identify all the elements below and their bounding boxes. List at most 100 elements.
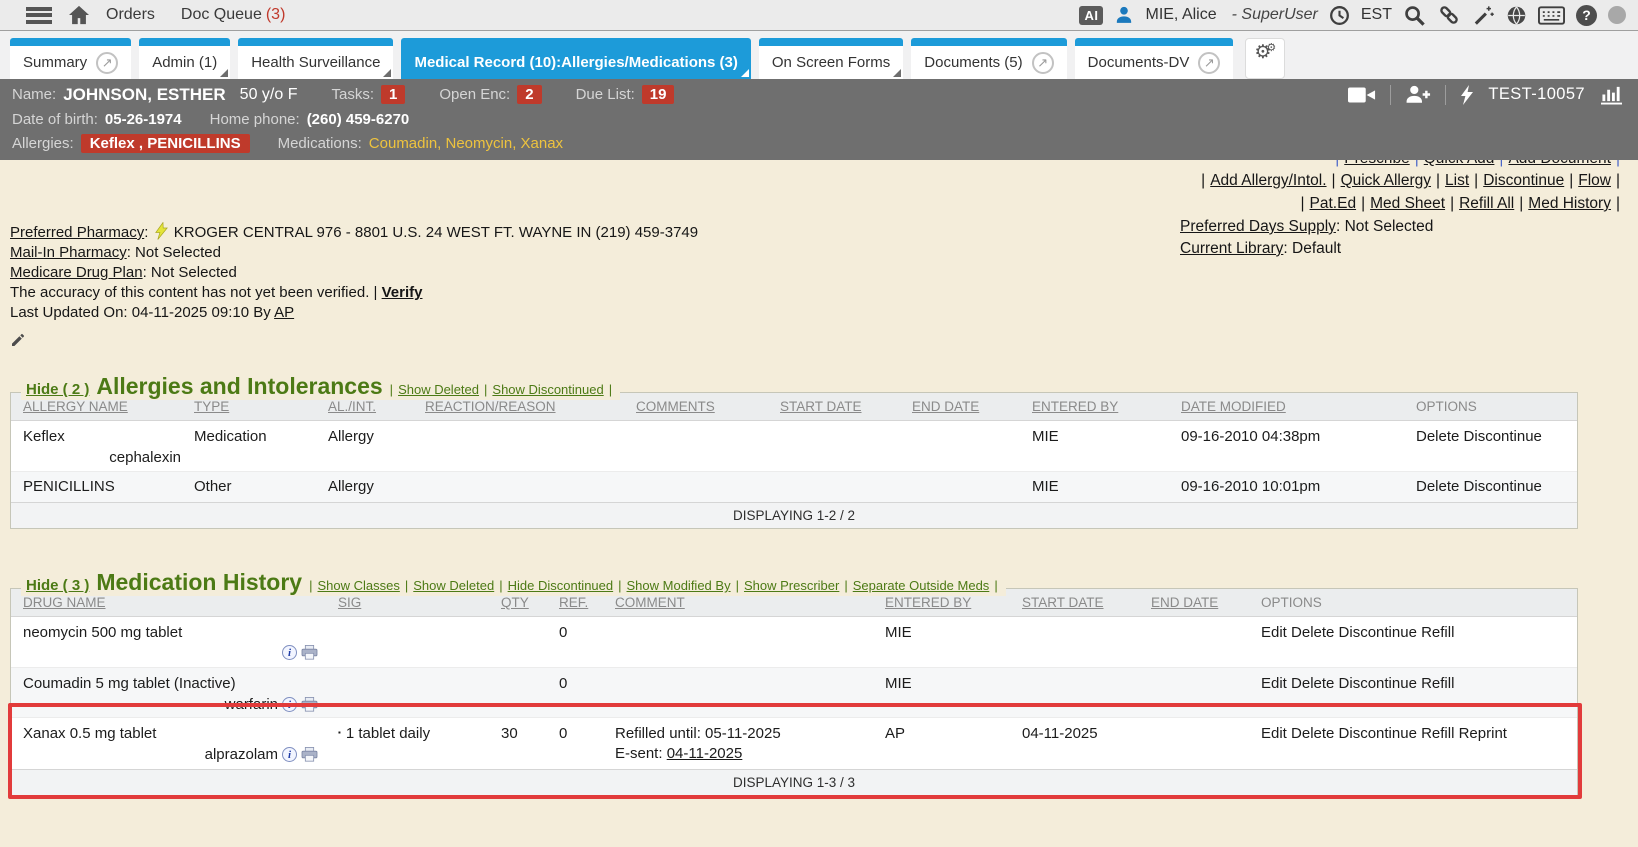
hamburger-menu-icon[interactable] <box>26 7 52 24</box>
medicare-plan-link[interactable]: Medicare Drug Plan <box>10 264 143 281</box>
col-start-date[interactable]: START DATE <box>780 399 912 414</box>
show-deleted-link[interactable]: Show Deleted <box>398 382 479 397</box>
edit-pencil-icon[interactable] <box>10 332 698 348</box>
allergies-hide-link[interactable]: Hide ( 2 ) <box>26 381 89 398</box>
action-discontinue[interactable]: Discontinue <box>1483 169 1564 192</box>
clock-icon[interactable] <box>1329 5 1350 26</box>
tab-documents-dv[interactable]: Documents-DV ↗ <box>1075 38 1234 79</box>
col-end-date[interactable]: END DATE <box>1151 595 1261 610</box>
show-modified-by-link[interactable]: Show Modified By <box>627 578 731 593</box>
allergy-options[interactable]: Delete Discontinue <box>1416 428 1577 445</box>
allergy-name[interactable]: Keflex <box>23 428 194 445</box>
lightning-icon[interactable] <box>1460 85 1474 105</box>
col-al-int[interactable]: AL./INT. <box>328 399 425 414</box>
video-camera-icon[interactable] <box>1348 86 1376 104</box>
show-deleted-link[interactable]: Show Deleted <box>413 578 494 593</box>
drug-info-icon[interactable]: i <box>282 697 297 712</box>
pharmacy-info-block: Preferred Pharmacy: KROGER CENTRAL 976 -… <box>10 222 698 348</box>
due-list-count-badge[interactable]: 19 <box>642 85 675 104</box>
home-icon[interactable] <box>68 5 90 25</box>
drug-name[interactable]: neomycin 500 mg tablet <box>23 624 338 641</box>
col-comment[interactable]: COMMENT <box>615 595 885 610</box>
drug-info-icon[interactable]: i <box>282 645 297 660</box>
action-pat-ed[interactable]: Pat.Ed <box>1310 192 1357 215</box>
tab-summary[interactable]: Summary ↗ <box>10 38 131 79</box>
action-quick-allergy[interactable]: Quick Allergy <box>1341 169 1431 192</box>
drug-name[interactable]: Coumadin 5 mg tablet (Inactive) <box>23 675 338 692</box>
col-end-date[interactable]: END DATE <box>912 399 1032 414</box>
action-add-document[interactable]: Add Document <box>1508 160 1611 169</box>
tab-settings-button[interactable]: ⚙ ⚙ <box>1245 38 1285 79</box>
med-options[interactable]: Edit Delete Discontinue Refill Reprint <box>1261 725 1577 742</box>
col-allergy-name[interactable]: ALLERGY NAME <box>23 399 194 414</box>
menu-item-doc-queue[interactable]: Doc Queue(3) <box>181 6 286 24</box>
action-refill-all[interactable]: Refill All <box>1459 192 1514 215</box>
col-entered-by[interactable]: ENTERED BY <box>1032 399 1181 414</box>
action-med-history[interactable]: Med History <box>1528 192 1611 215</box>
ai-badge[interactable]: AI <box>1079 6 1103 25</box>
help-icon[interactable]: ? <box>1576 5 1597 26</box>
med-options[interactable]: Edit Delete Discontinue Refill <box>1261 624 1577 641</box>
preferred-days-supply-link[interactable]: Preferred Days Supply <box>1180 218 1336 235</box>
globe-icon[interactable] <box>1506 5 1527 26</box>
user-name[interactable]: MIE, Alice <box>1145 6 1216 24</box>
tasks-count-badge[interactable]: 1 <box>381 85 405 104</box>
col-sig[interactable]: SIG <box>338 595 501 610</box>
last-updated-by-link[interactable]: AP <box>274 304 294 321</box>
action-quick-add[interactable]: Quick Add <box>1424 160 1495 169</box>
preferred-pharmacy-link[interactable]: Preferred Pharmacy <box>10 224 144 241</box>
col-entered-by[interactable]: ENTERED BY <box>885 595 1022 610</box>
allergy-name[interactable]: PENICILLINS <box>23 478 194 495</box>
wand-icon[interactable] <box>1472 4 1495 27</box>
col-drug-name[interactable]: DRUG NAME <box>23 595 338 610</box>
patient-name[interactable]: JOHNSON, ESTHER <box>63 85 225 105</box>
hide-discontinued-link[interactable]: Hide Discontinued <box>508 578 614 593</box>
current-library-link[interactable]: Current Library <box>1180 240 1283 257</box>
col-qty[interactable]: QTY <box>501 595 559 610</box>
tab-medical-record[interactable]: Medical Record (10):Allergies/Medication… <box>401 38 750 79</box>
tasks-label: Tasks: <box>331 86 374 103</box>
print-icon[interactable] <box>301 645 318 660</box>
allergy-badge[interactable]: Keflex , PENICILLINS <box>81 134 250 153</box>
verify-link[interactable]: Verify <box>382 284 423 301</box>
tab-on-screen-forms[interactable]: On Screen Forms <box>759 38 903 79</box>
print-icon[interactable] <box>301 747 318 762</box>
mailin-pharmacy-link[interactable]: Mail-In Pharmacy <box>10 244 127 261</box>
action-med-sheet[interactable]: Med Sheet <box>1370 192 1445 215</box>
link-icon[interactable] <box>1437 3 1461 27</box>
action-list[interactable]: List <box>1445 169 1469 192</box>
col-reaction[interactable]: REACTION/REASON <box>425 399 636 414</box>
col-start-date[interactable]: START DATE <box>1022 595 1151 610</box>
action-add-allergy-intol[interactable]: Add Allergy/Intol. <box>1210 169 1326 192</box>
popout-icon[interactable]: ↗ <box>1198 52 1220 74</box>
tab-health-surveillance[interactable]: Health Surveillance <box>238 38 393 79</box>
bar-chart-icon[interactable] <box>1599 84 1624 105</box>
esent-date-link[interactable]: 04-11-2025 <box>667 745 743 762</box>
menu-item-orders[interactable]: Orders <box>106 6 155 24</box>
print-icon[interactable] <box>301 697 318 712</box>
show-prescriber-link[interactable]: Show Prescriber <box>744 578 839 593</box>
tab-admin[interactable]: Admin (1) <box>139 38 230 79</box>
med-options[interactable]: Edit Delete Discontinue Refill <box>1261 675 1577 692</box>
tab-documents[interactable]: Documents (5) ↗ <box>911 38 1066 79</box>
action-prescribe[interactable]: Prescribe <box>1344 160 1409 169</box>
drug-name[interactable]: Xanax 0.5 mg tablet <box>23 725 338 742</box>
drug-info-icon[interactable]: i <box>282 747 297 762</box>
popout-icon[interactable]: ↗ <box>1032 52 1054 74</box>
col-date-modified[interactable]: DATE MODIFIED <box>1181 399 1416 414</box>
action-flow[interactable]: Flow <box>1578 169 1611 192</box>
medications-hide-link[interactable]: Hide ( 3 ) <box>26 577 89 594</box>
separate-outside-meds-link[interactable]: Separate Outside Meds <box>853 578 990 593</box>
allergy-options[interactable]: Delete Discontinue <box>1416 478 1577 495</box>
keyboard-icon[interactable] <box>1538 6 1565 25</box>
person-add-icon[interactable] <box>1405 85 1431 104</box>
show-discontinued-link[interactable]: Show Discontinued <box>492 382 603 397</box>
open-enc-count-badge[interactable]: 2 <box>517 85 541 104</box>
medications-list[interactable]: Coumadin, Neomycin, Xanax <box>369 135 563 152</box>
col-ref[interactable]: REF. <box>559 595 615 610</box>
popout-icon[interactable]: ↗ <box>96 52 118 74</box>
col-type[interactable]: TYPE <box>194 399 328 414</box>
col-comments[interactable]: COMMENTS <box>636 399 780 414</box>
search-icon[interactable] <box>1403 4 1426 27</box>
show-classes-link[interactable]: Show Classes <box>318 578 400 593</box>
